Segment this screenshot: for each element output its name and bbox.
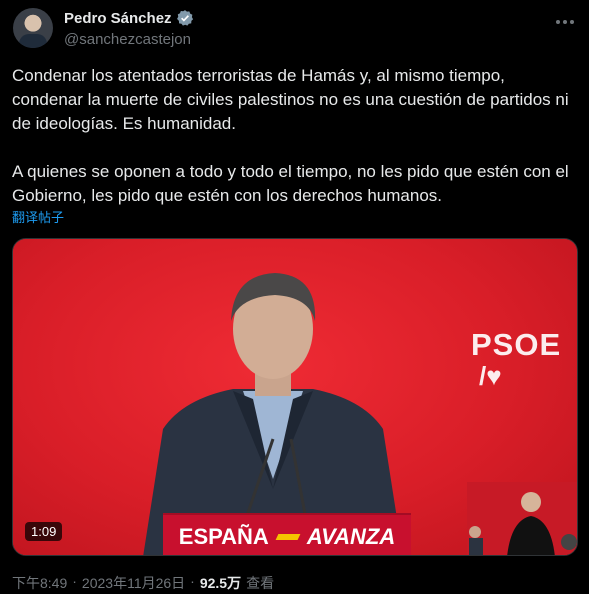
separator: · — [190, 573, 195, 589]
tweet-footer: 下午8:49 · 2023年11月26日 · 92.5万 查看 — [12, 573, 274, 593]
more-options-icon[interactable] — [553, 10, 577, 34]
verified-badge-icon — [176, 10, 193, 26]
flag-stripe — [275, 534, 301, 540]
post-time[interactable]: 下午8:49 — [12, 573, 67, 593]
author-name-row: Pedro Sánchez — [64, 9, 194, 27]
author-handle[interactable]: @sanchezcastejon — [64, 31, 191, 48]
translate-link[interactable]: 翻译帖子 — [12, 207, 64, 226]
lectern-word-1: ESPAÑA — [178, 524, 269, 549]
video-player[interactable]: PSOE /♥ ESPAÑA AVANZA 1:09 — [12, 238, 578, 556]
video-duration-badge: 1:09 — [25, 522, 63, 541]
party-logo: PSOE — [471, 327, 562, 362]
views-label: 查看 — [246, 575, 275, 591]
view-count: 92.5万 — [199, 575, 242, 591]
party-logo-symbol: /♥ — [479, 361, 502, 391]
post-date[interactable]: 2023年11月26日 — [82, 573, 185, 593]
lectern-word-2: AVANZA — [306, 524, 396, 549]
tweet-text: Condenar los atentados terroristas de Ha… — [12, 66, 569, 205]
sign-language-interpreter-inset — [467, 482, 577, 555]
speaker-figure — [143, 273, 403, 555]
tweet-header: Pedro Sánchez @sanchezcastejon — [0, 0, 589, 60]
separator: · — [72, 573, 77, 589]
avatar[interactable] — [13, 8, 53, 48]
lectern-banner: ESPAÑA AVANZA — [163, 513, 411, 555]
author-name[interactable]: Pedro Sánchez — [64, 10, 172, 27]
